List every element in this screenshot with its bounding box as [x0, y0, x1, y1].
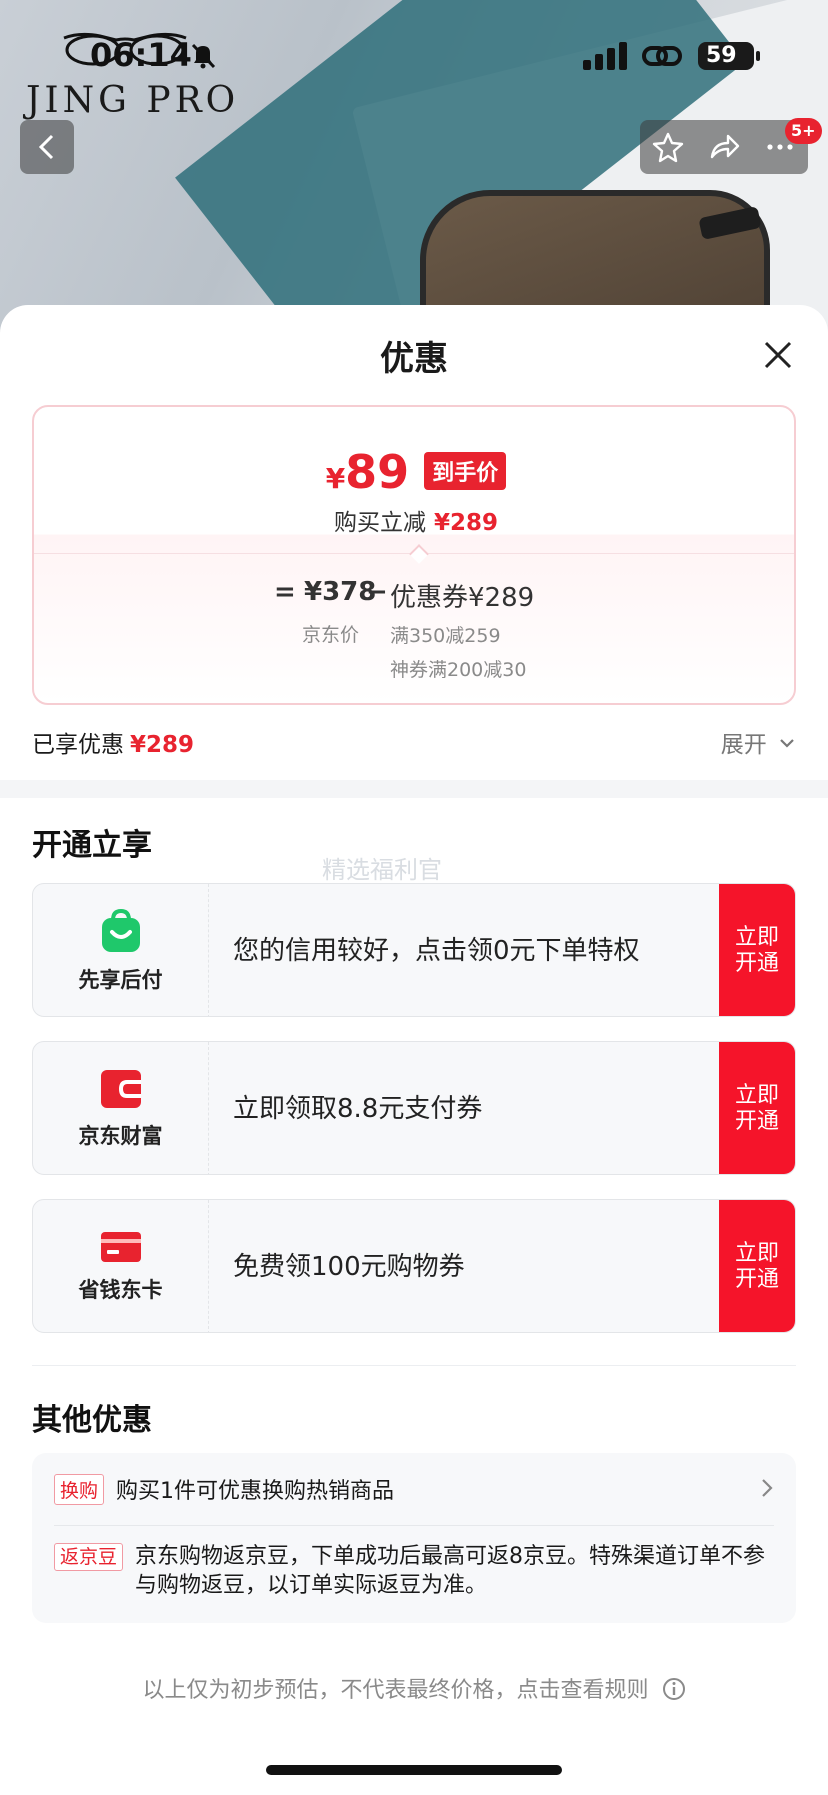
status-bar: 06:14 JING PRO 59: [0, 0, 828, 121]
discount-sheet: 优惠 ¥ 89 到手价 购买立减 ¥289 = ¥378 京东价 − 优惠券¥28…: [0, 305, 828, 1795]
message-badge: 5+: [785, 118, 822, 144]
share-icon[interactable]: [708, 131, 740, 163]
card-icon: [100, 1232, 141, 1262]
offer-name: 先享后付: [78, 968, 163, 992]
offer-text: 您的信用较好，点击领0元下单特权: [233, 936, 640, 966]
jd-bean-text: 京东购物返京豆，下单成功后最高可返8京豆。特殊渠道订单不参与购物返豆，以订单实际…: [135, 1544, 766, 1598]
price-divider-notch: [409, 544, 429, 564]
brand-logo: JING PRO: [26, 80, 240, 121]
bell-muted-icon: [191, 43, 216, 69]
final-price-line: ¥ 89 到手价: [34, 445, 794, 499]
offer-card-jd-wealth[interactable]: 京东财富 立即领取8.8元支付券 立即开通: [32, 1041, 796, 1175]
coupon-total: 优惠券¥289: [390, 583, 535, 613]
other-offers-box: 换购 购买1件可优惠换购热销商品 返京豆 京东购物返京豆，下单成功后最高可返8京…: [32, 1453, 796, 1623]
enjoyed-discount-row: 已享优惠 ¥289 展开: [32, 725, 796, 759]
chevron-right-icon: [762, 1479, 773, 1497]
star-icon[interactable]: [652, 131, 684, 163]
section-divider: [32, 1365, 796, 1366]
jd-price-label: 京东价: [302, 624, 360, 646]
chevron-down-icon: [780, 739, 794, 748]
watermark-text: 精选福利官: [322, 856, 442, 884]
shopping-bag-icon: [101, 908, 140, 952]
offer-card-saving-card[interactable]: 省钱东卡 免费领100元购物券 立即开通: [32, 1199, 796, 1333]
offer-left: 京东财富: [33, 1042, 209, 1174]
offer-text: 立即领取8.8元支付券: [233, 1094, 483, 1124]
offer-name: 京东财富: [78, 1124, 163, 1148]
open-section-title: 开通立享: [32, 828, 152, 863]
price-card: ¥ 89 到手价 购买立减 ¥289 = ¥378 京东价 − 优惠券¥289 满…: [32, 405, 796, 705]
other-section-title: 其他优惠: [32, 1403, 152, 1438]
offer-left: 先享后付: [33, 884, 209, 1016]
wallet-icon: [100, 1070, 141, 1108]
final-price-tag: 到手价: [424, 452, 507, 490]
home-indicator[interactable]: [266, 1765, 562, 1775]
trade-in-row[interactable]: 换购 购买1件可优惠换购热销商品: [54, 1473, 774, 1505]
offer-text: 免费领100元购物券: [233, 1252, 465, 1282]
expand-button[interactable]: 展开: [721, 725, 796, 759]
trade-in-text: 购买1件可优惠换购热销商品: [116, 1479, 395, 1504]
signal-icon: [583, 42, 627, 70]
back-button[interactable]: [20, 120, 74, 174]
other-divider: [54, 1525, 774, 1526]
reduce-line: 购买立减 ¥289: [34, 503, 794, 537]
enjoyed-label: 已享优惠: [32, 732, 124, 758]
currency-symbol: ¥: [325, 462, 346, 495]
close-icon[interactable]: [760, 337, 796, 373]
reduce-value: ¥289: [433, 510, 498, 536]
coupon-detail-1: 满350减259: [390, 625, 501, 647]
final-price-value: 89: [345, 445, 410, 499]
status-time: 06:14: [90, 36, 192, 74]
open-now-button[interactable]: 立即开通: [719, 1042, 795, 1174]
reduce-label: 购买立减: [333, 510, 426, 536]
expand-label: 展开: [720, 732, 767, 758]
jd-bean-tag: 返京豆: [54, 1543, 124, 1571]
offer-left: 省钱东卡: [33, 1200, 209, 1332]
disclaimer-text: 以上仅为初步预估，不代表最终价格，点击查看规则: [142, 1678, 649, 1703]
battery-indicator: 59: [698, 42, 760, 70]
section-gap: [0, 780, 828, 798]
info-icon: [662, 1678, 685, 1700]
final-price: ¥ 89: [326, 445, 410, 499]
coupon-detail-2: 神券满200减30: [390, 659, 527, 681]
open-now-button[interactable]: 立即开通: [719, 884, 795, 1016]
sheet-title: 优惠: [380, 339, 448, 379]
header-actions: [640, 120, 808, 174]
link-icon: [642, 46, 682, 66]
open-now-button[interactable]: 立即开通: [719, 1200, 795, 1332]
equals-sign: =: [274, 577, 296, 607]
offer-card-pay-later[interactable]: 先享后付 您的信用较好，点击领0元下单特权 立即开通: [32, 883, 796, 1017]
jd-bean-row: 返京豆 京东购物返京豆，下单成功后最高可返8京豆。特殊渠道订单不参与购物返豆，以…: [54, 1543, 774, 1600]
trade-in-tag: 换购: [54, 1473, 105, 1505]
offer-name: 省钱东卡: [78, 1278, 163, 1302]
chevron-left-icon: [38, 134, 54, 160]
enjoyed-value: ¥289: [130, 732, 195, 758]
minus-sign: −: [366, 577, 388, 607]
disclaimer[interactable]: 以上仅为初步预估，不代表最终价格，点击查看规则: [0, 1672, 828, 1704]
